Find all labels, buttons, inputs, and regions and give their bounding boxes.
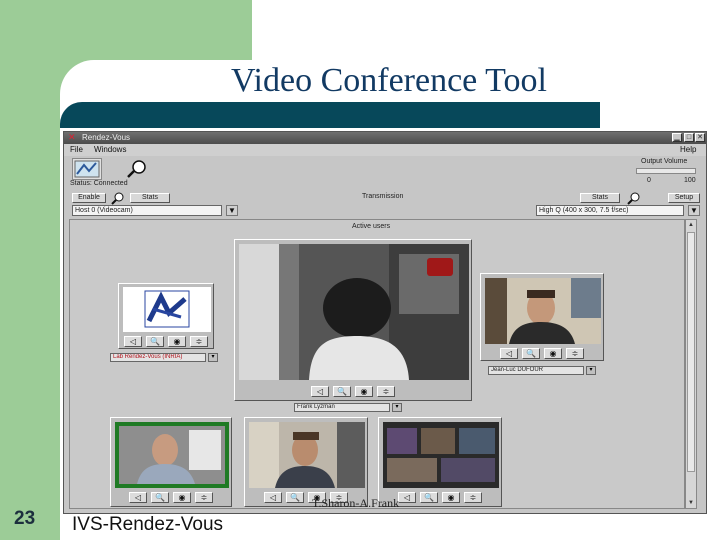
quality-dropdown-arrow-icon[interactable]: ▼ <box>688 205 700 216</box>
user-video-6 <box>383 422 499 488</box>
transmission-label: Transmission <box>362 193 404 200</box>
speaker-icon[interactable]: ◁ <box>124 335 142 347</box>
camera-select[interactable]: Host 0 (Videocam) <box>72 205 222 216</box>
camera-dropdown-arrow-icon[interactable]: ▼ <box>226 205 238 216</box>
user-controls: ◁ 🔍 ◉ ≑ <box>119 334 213 348</box>
app-logo-icon: ✕ <box>68 132 76 142</box>
volume-min: 0 <box>647 177 651 184</box>
user-controls: ◁ 🔍 ◉ ≑ <box>481 346 603 360</box>
eye-icon[interactable]: ◉ <box>173 491 191 503</box>
enable-button[interactable]: Enable <box>72 193 106 203</box>
user-video-4 <box>115 422 229 488</box>
eye-icon[interactable]: ◉ <box>442 491 460 503</box>
volume-slider[interactable] <box>636 168 696 174</box>
slide-footer: IVS-Rendez-Vous <box>72 514 224 535</box>
speaker-icon[interactable]: ◁ <box>500 347 518 359</box>
user-panel-inria: ◁ 🔍 ◉ ≑ <box>118 283 214 349</box>
window-title: Rendez-Vous <box>82 133 131 142</box>
speaker-icon[interactable]: ◁ <box>264 491 282 503</box>
zoom-icon[interactable]: 🔍 <box>146 335 164 347</box>
menu-file[interactable]: File <box>70 145 83 155</box>
eye-icon[interactable]: ◉ <box>168 335 186 347</box>
volume-max: 100 <box>684 177 696 184</box>
menu-icon[interactable]: ≑ <box>566 347 584 359</box>
menu-icon[interactable]: ≑ <box>190 335 208 347</box>
user-name-dufour: Jean-Luc DUFOUR <box>488 366 584 375</box>
user-name-inria: Lab Rendez-Vous (INRIA) <box>110 353 206 362</box>
user-panel-5: ◁ 🔍 ◉ ≑ <box>244 417 368 507</box>
menu-icon[interactable]: ≑ <box>377 385 395 397</box>
stats-left-button[interactable]: Stats <box>130 193 170 203</box>
menu-help[interactable]: Help <box>680 145 696 155</box>
scroll-down-icon[interactable]: ▼ <box>687 499 695 507</box>
menu-icon[interactable]: ≑ <box>464 491 482 503</box>
users-scrollbar[interactable]: ▲ ▼ <box>685 219 697 509</box>
user-menu-icon[interactable]: ▾ <box>586 366 596 375</box>
rendez-vous-window: ✕ Rendez-Vous ▁ □ ✕ File Windows Help St… <box>63 131 707 514</box>
user-video-dufour <box>485 278 601 344</box>
zoom-icon[interactable]: 🔍 <box>420 491 438 503</box>
status-text: Status: Connected <box>70 180 128 187</box>
toolbar: Status: Connected Output Volume 0 100 <box>64 156 706 188</box>
user-video-5 <box>249 422 365 488</box>
speaker-icon[interactable]: ◁ <box>398 491 416 503</box>
active-users-area: Active users ◁ 🔍 ◉ ≑ Lab Rendez-Vous (IN… <box>69 219 685 509</box>
user-menu-icon[interactable]: ▾ <box>208 353 218 362</box>
setup-button[interactable]: Setup <box>668 193 700 203</box>
zoom-icon[interactable]: 🔍 <box>522 347 540 359</box>
scroll-thumb[interactable] <box>687 232 695 472</box>
speaker-icon[interactable]: ◁ <box>311 385 329 397</box>
user-panel-dufour: ◁ 🔍 ◉ ≑ <box>480 273 604 361</box>
user-panel-frank: ◁ 🔍 ◉ ≑ <box>234 239 472 401</box>
stats-right-button[interactable]: Stats <box>580 193 620 203</box>
map-icon[interactable] <box>72 158 102 180</box>
active-users-label: Active users <box>352 223 391 230</box>
user-panel-4: ◁ 🔍 ◉ ≑ <box>110 417 232 507</box>
user-video-frank <box>239 244 469 380</box>
eye-icon[interactable]: ◉ <box>355 385 373 397</box>
slide-title: Video Conference Tool <box>231 62 547 99</box>
zoom-icon[interactable]: 🔍 <box>151 491 169 503</box>
transmission-row: Enable Stats Transmission Stats Setup Ho… <box>64 189 706 217</box>
user-controls: ◁ 🔍 ◉ ≑ <box>111 490 231 504</box>
close-button[interactable]: ✕ <box>695 133 705 142</box>
user-name-frank: Frank Lyzman <box>294 403 390 412</box>
menu-icon[interactable]: ≑ <box>195 491 213 503</box>
scroll-up-icon[interactable]: ▲ <box>687 221 695 229</box>
menu-windows[interactable]: Windows <box>94 145 126 155</box>
maximize-button[interactable]: □ <box>684 133 694 142</box>
speaker-icon[interactable]: ◁ <box>129 491 147 503</box>
user-menu-icon[interactable]: ▾ <box>392 403 402 412</box>
volume-label: Output Volume <box>641 158 688 165</box>
user-video-inria <box>123 287 211 332</box>
slide-title-bar <box>60 102 600 128</box>
zoom-icon[interactable]: 🔍 <box>286 491 304 503</box>
search-icon[interactable] <box>122 158 152 180</box>
quality-select[interactable]: High Q (400 x 300, 7.5 f/sec) <box>536 205 684 216</box>
minimize-button[interactable]: ▁ <box>672 133 682 142</box>
slide-number: 23 <box>14 508 36 529</box>
window-titlebar: ✕ Rendez-Vous ▁ □ ✕ <box>64 132 706 144</box>
slide-credit: T.Sharon-A.Frank <box>312 496 400 510</box>
eye-icon[interactable]: ◉ <box>544 347 562 359</box>
menu-bar: File Windows Help <box>64 144 706 156</box>
user-panel-6: ◁ 🔍 ◉ ≑ <box>378 417 502 507</box>
zoom-icon[interactable]: 🔍 <box>333 385 351 397</box>
user-controls: ◁ 🔍 ◉ ≑ <box>235 384 471 398</box>
